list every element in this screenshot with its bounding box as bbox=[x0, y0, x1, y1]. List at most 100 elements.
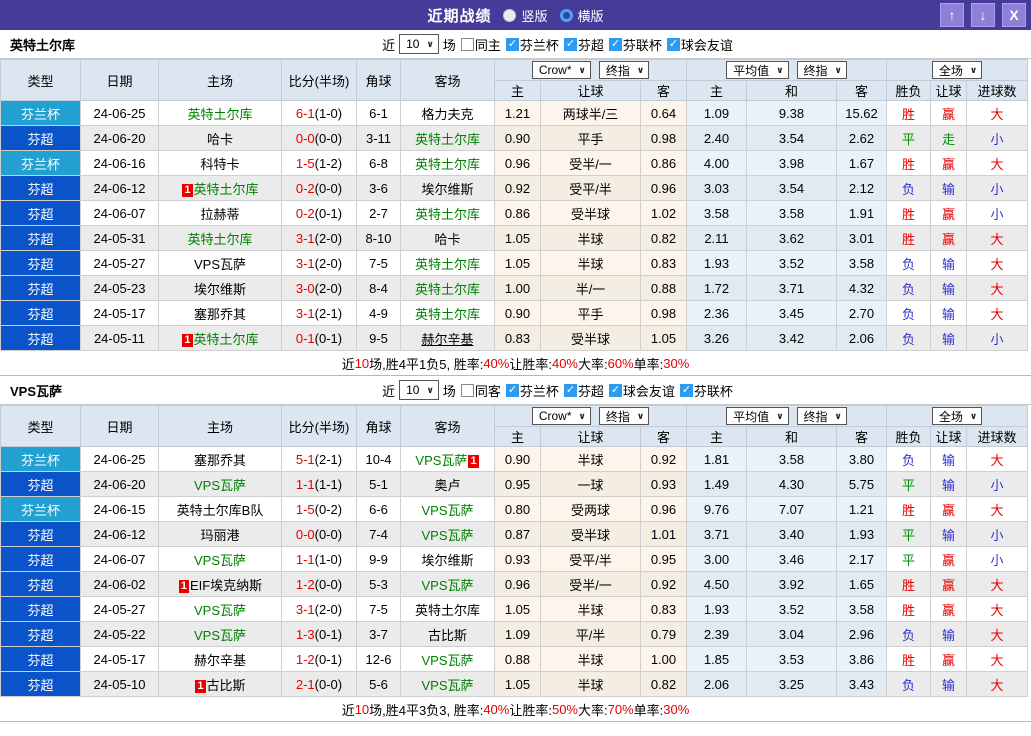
away-team-link[interactable]: 英特土尔库 bbox=[415, 603, 480, 618]
home-team-link[interactable]: 埃尔维斯 bbox=[194, 282, 246, 297]
home-team-link[interactable]: 英特土尔库 bbox=[187, 107, 252, 122]
goals-result-cell: 小 bbox=[966, 200, 1029, 226]
layout-radio-vertical[interactable]: 竖版 bbox=[503, 6, 548, 25]
same-venue-checkbox[interactable] bbox=[460, 37, 474, 51]
odds-away-cell: 0.96 bbox=[640, 175, 687, 201]
date-cell: 24-05-23 bbox=[80, 275, 159, 301]
home-team-link[interactable]: 科特卡 bbox=[200, 157, 239, 172]
home-team-link[interactable]: 玛丽港 bbox=[200, 528, 239, 543]
away-team-link[interactable]: 奥卢 bbox=[434, 478, 460, 493]
home-team-link[interactable]: EIF埃克纳斯 bbox=[190, 578, 262, 593]
away-team-link[interactable]: VPS瓦萨 bbox=[421, 678, 473, 693]
fulltime-select[interactable]: 全场 bbox=[931, 407, 983, 425]
goals-result-cell: 大 bbox=[966, 100, 1029, 126]
date-cell: 24-06-25 bbox=[80, 446, 159, 472]
layout-radio-horizontal[interactable]: 横版 bbox=[559, 6, 604, 25]
score-cell: 3-1(2-1) bbox=[281, 300, 357, 326]
odds-away-cell: 0.95 bbox=[640, 546, 687, 572]
match-count-select[interactable]: 10 bbox=[399, 34, 439, 54]
radio-unselected-icon[interactable] bbox=[559, 8, 573, 22]
home-team-link[interactable]: 英特土尔库 bbox=[187, 232, 252, 247]
column-header: 主场 bbox=[158, 405, 282, 447]
away-team-link[interactable]: 英特土尔库 bbox=[415, 207, 480, 222]
home-team-link[interactable]: 塞那乔其 bbox=[194, 453, 246, 468]
home-team-link[interactable]: 古比斯 bbox=[207, 678, 246, 693]
bookmaker-select[interactable]: Crow* bbox=[531, 61, 591, 79]
away-team-link[interactable]: 格力夫克 bbox=[421, 107, 473, 122]
league-checkbox[interactable] bbox=[505, 37, 519, 51]
result-cell: 平 bbox=[886, 521, 932, 547]
odds-away-cell: 1.00 bbox=[640, 646, 687, 672]
result-text: 小 bbox=[990, 131, 1004, 147]
league-filter: 芬联杯 bbox=[608, 35, 662, 54]
odds-time-select[interactable]: 终指 bbox=[598, 407, 650, 425]
table-row: 芬超 24-05-17 塞那乔其 3-1(2-1) 4-9 英特土尔库 0.90 平手 0.98… bbox=[0, 300, 1029, 326]
away-team-link[interactable]: VPS瓦萨 bbox=[415, 453, 467, 468]
radio-selected-icon[interactable] bbox=[503, 8, 517, 22]
avg-home-cell: 3.58 bbox=[686, 200, 747, 226]
league-checkbox[interactable] bbox=[563, 37, 577, 51]
odds-home-cell: 0.96 bbox=[494, 150, 541, 176]
away-team-link[interactable]: 英特土尔库 bbox=[415, 132, 480, 147]
home-team-link[interactable]: VPS瓦萨 bbox=[194, 478, 246, 493]
away-team-link[interactable]: VPS瓦萨 bbox=[421, 503, 473, 518]
corner-cell: 6-1 bbox=[356, 100, 401, 126]
home-team-link[interactable]: 哈卡 bbox=[207, 132, 233, 147]
away-team-link[interactable]: 哈卡 bbox=[434, 232, 460, 247]
average-select[interactable]: 平均值 bbox=[726, 61, 789, 79]
fulltime-select[interactable]: 全场 bbox=[931, 61, 983, 79]
away-team-link[interactable]: 赫尔辛基 bbox=[421, 332, 473, 347]
average-time-select[interactable]: 终指 bbox=[796, 407, 847, 425]
home-team-link[interactable]: VPS瓦萨 bbox=[194, 257, 246, 272]
league-checkbox[interactable] bbox=[679, 383, 693, 397]
score-cell: 0-2(0-1) bbox=[281, 200, 357, 226]
away-team-link[interactable]: 英特土尔库 bbox=[415, 282, 480, 297]
home-team-link[interactable]: 赫尔辛基 bbox=[194, 653, 246, 668]
away-team-link[interactable]: VPS瓦萨 bbox=[421, 578, 473, 593]
bookmaker-select[interactable]: Crow* bbox=[531, 407, 591, 425]
league-checkbox[interactable] bbox=[608, 37, 622, 51]
home-team-link[interactable]: 英特土尔库 bbox=[194, 182, 259, 197]
home-team-link[interactable]: 拉赫蒂 bbox=[200, 207, 239, 222]
away-team-link[interactable]: 埃尔维斯 bbox=[421, 553, 473, 568]
away-team-link[interactable]: 埃尔维斯 bbox=[421, 182, 473, 197]
result-text: 赢 bbox=[942, 552, 956, 568]
home-team-link[interactable]: 英特土尔库B队 bbox=[177, 503, 264, 518]
result-text: 负 bbox=[902, 627, 916, 643]
fulltime-score: 0-2 bbox=[295, 180, 315, 196]
average-select[interactable]: 平均值 bbox=[726, 407, 789, 425]
home-team-link[interactable]: VPS瓦萨 bbox=[194, 628, 246, 643]
away-team-link[interactable]: 英特土尔库 bbox=[415, 257, 480, 272]
away-team-link[interactable]: 古比斯 bbox=[428, 628, 467, 643]
away-team-link[interactable]: 英特土尔库 bbox=[415, 307, 480, 322]
away-team-link[interactable]: 英特土尔库 bbox=[415, 157, 480, 172]
bookmaker-select-value: Crow* bbox=[538, 409, 572, 423]
away-team-link[interactable]: VPS瓦萨 bbox=[421, 528, 473, 543]
avg-draw-cell: 3.52 bbox=[746, 596, 837, 622]
odds-home-cell: 0.90 bbox=[494, 300, 541, 326]
match-count-select[interactable]: 10 bbox=[399, 380, 439, 400]
same-venue-checkbox[interactable] bbox=[460, 383, 474, 397]
home-team-link[interactable]: VPS瓦萨 bbox=[194, 553, 246, 568]
avg-draw-cell: 4.30 bbox=[746, 471, 837, 497]
away-team-link[interactable]: VPS瓦萨 bbox=[421, 653, 473, 668]
column-header: 比分(半场) bbox=[281, 405, 357, 447]
home-team-link[interactable]: 塞那乔其 bbox=[194, 307, 246, 322]
home-team-link[interactable]: 英特土尔库 bbox=[194, 332, 259, 347]
league-checkbox[interactable] bbox=[563, 383, 577, 397]
result-cell: 负 bbox=[886, 325, 932, 351]
league-checkbox[interactable] bbox=[608, 383, 622, 397]
fulltime-score: 1-2 bbox=[295, 651, 315, 667]
move-up-button[interactable]: ↑ bbox=[940, 3, 964, 27]
odds-time-select[interactable]: 终指 bbox=[598, 61, 650, 79]
close-button[interactable]: X bbox=[1002, 3, 1026, 27]
league-checkbox[interactable] bbox=[666, 37, 680, 51]
average-time-select[interactable]: 终指 bbox=[796, 61, 847, 79]
odds-away-cell: 1.05 bbox=[640, 325, 687, 351]
move-down-button[interactable]: ↓ bbox=[971, 3, 995, 27]
fulltime-score: 5-1 bbox=[295, 451, 315, 467]
league-checkbox[interactable] bbox=[505, 383, 519, 397]
odds-away-cell: 0.88 bbox=[640, 275, 687, 301]
home-team-link[interactable]: VPS瓦萨 bbox=[194, 603, 246, 618]
odds-away-cell: 0.93 bbox=[640, 471, 687, 497]
